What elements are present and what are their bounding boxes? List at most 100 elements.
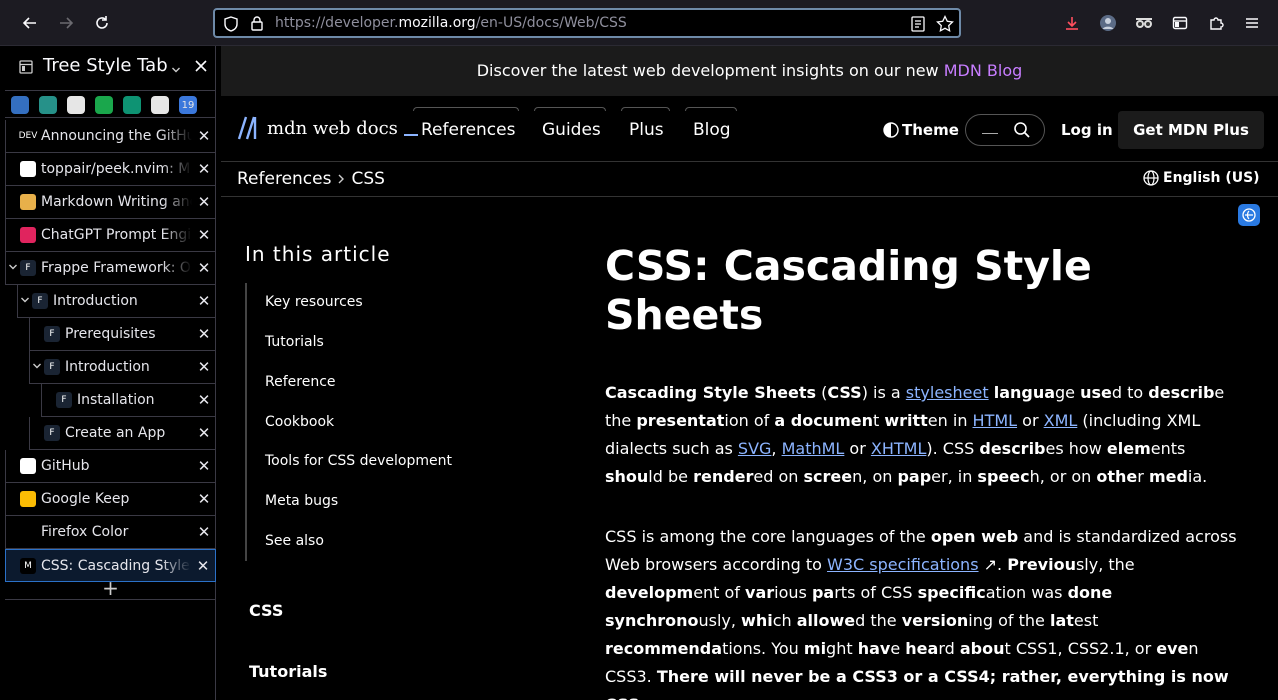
- sidebar-section-tutorials[interactable]: Tutorials: [249, 662, 327, 681]
- tab-close-icon[interactable]: ✕: [192, 457, 216, 475]
- forward-arrow-icon[interactable]: [53, 10, 79, 36]
- theme-toggle[interactable]: Theme: [883, 121, 959, 139]
- language-switcher[interactable]: English (US): [1143, 170, 1260, 186]
- tab-close-icon[interactable]: ✕: [192, 391, 216, 409]
- sidebar-section-css[interactable]: CSS: [249, 601, 283, 620]
- tab-label: Introduction: [65, 359, 150, 375]
- mdn-logo-text: mdn web docs: [267, 117, 398, 139]
- translate-extension-icon[interactable]: [1238, 204, 1260, 226]
- mdn-logo-icon: [237, 116, 257, 140]
- tab-item[interactable]: Google Keep ✕: [5, 483, 216, 516]
- toc-item[interactable]: Reference: [265, 374, 336, 390]
- tab-close-icon[interactable]: ✕: [192, 358, 216, 376]
- url-bar[interactable]: https://developer.mozilla.org/en-US/docs…: [213, 8, 961, 38]
- logo-cursor: [403, 134, 418, 136]
- twisty-chevron-icon[interactable]: [18, 295, 32, 308]
- tab-item[interactable]: F Frappe Framework: O ✕: [5, 252, 216, 285]
- reader-view-icon[interactable]: [911, 16, 925, 36]
- toc-item[interactable]: Cookbook: [265, 414, 334, 430]
- tab-item[interactable]: ChatGPT Prompt Engi ✕: [5, 219, 216, 252]
- extensions-puzzle-icon[interactable]: [1203, 10, 1229, 36]
- tab-close-icon[interactable]: ✕: [192, 193, 216, 211]
- favicon-icon: [20, 161, 36, 177]
- browser-toolbar: https://developer.mozilla.org/en-US/docs…: [0, 0, 1278, 46]
- account-avatar-icon[interactable]: [1095, 10, 1121, 36]
- tab-item[interactable]: F Introduction ✕: [17, 285, 216, 318]
- tab-item[interactable]: F Prerequisites ✕: [29, 318, 216, 351]
- toc-item[interactable]: Tools for CSS development: [265, 453, 452, 469]
- get-mdn-plus-button[interactable]: Get MDN Plus: [1118, 111, 1264, 149]
- toc-item[interactable]: See also: [265, 533, 324, 549]
- hamburger-menu-icon[interactable]: [1239, 10, 1265, 36]
- bookmark-star-icon[interactable]: [936, 14, 954, 37]
- diamond-icon[interactable]: [11, 96, 29, 114]
- circle-arrow-icon[interactable]: [67, 96, 85, 114]
- back-arrow-icon[interactable]: [17, 10, 43, 36]
- shield-icon[interactable]: [223, 16, 239, 36]
- favicon-icon: [20, 227, 36, 243]
- mdn-logo[interactable]: mdn web docs: [237, 116, 418, 140]
- github-icon[interactable]: [151, 96, 169, 114]
- tab-item[interactable]: DEV Announcing the GitHub ✕: [5, 120, 216, 153]
- tab-label: Create an App: [65, 425, 166, 441]
- url-scheme: https://developer.: [275, 15, 399, 31]
- tab-item[interactable]: F Create an App ✕: [29, 417, 216, 450]
- favicon-icon: [20, 491, 36, 507]
- tab-close-icon[interactable]: ✕: [192, 523, 216, 541]
- theme-label: Theme: [902, 121, 959, 139]
- sidebar-toggle-icon[interactable]: [1167, 10, 1193, 36]
- tab-close-icon[interactable]: ✕: [192, 259, 216, 277]
- breadcrumb-references[interactable]: References: [237, 169, 331, 189]
- tab-close-icon[interactable]: ✕: [192, 325, 216, 343]
- tab-close-icon[interactable]: ✕: [191, 557, 215, 575]
- tab-item[interactable]: F Introduction ✕: [29, 351, 216, 384]
- tab-item[interactable]: GitHub ✕: [5, 450, 216, 483]
- nav-references[interactable]: References: [421, 120, 515, 140]
- toc-item[interactable]: Meta bugs: [265, 493, 338, 509]
- sidebar-title[interactable]: Tree Style Tab: [43, 55, 168, 76]
- tab-close-icon[interactable]: ✕: [192, 226, 216, 244]
- breadcrumb-css[interactable]: CSS: [351, 169, 384, 189]
- tab-item[interactable]: toppair/peek.nvim: M ✕: [5, 153, 216, 186]
- tab-item[interactable]: Markdown Writing and ✕: [5, 186, 216, 219]
- extension-mask-icon[interactable]: [1131, 10, 1157, 36]
- toc-item[interactable]: Key resources: [265, 294, 363, 310]
- tab-close-icon[interactable]: ✕: [192, 490, 216, 508]
- chart-icon[interactable]: [39, 96, 57, 114]
- sidebar-close-icon[interactable]: [194, 58, 208, 77]
- mdn-blog-link[interactable]: MDN Blog: [944, 61, 1023, 80]
- nav-plus[interactable]: Plus: [629, 120, 664, 140]
- lock-icon[interactable]: [249, 15, 265, 35]
- openai-icon[interactable]: [123, 96, 141, 114]
- tab-item[interactable]: Firefox Color ✕: [5, 516, 216, 549]
- tab-close-icon[interactable]: ✕: [192, 160, 216, 178]
- twisty-chevron-icon[interactable]: [30, 361, 44, 374]
- favicon-icon: [20, 524, 36, 540]
- chevron-down-icon[interactable]: [171, 60, 181, 79]
- downloads-icon[interactable]: [1059, 10, 1085, 36]
- favicon-icon: F: [44, 425, 60, 441]
- tab-close-icon[interactable]: ✕: [192, 127, 216, 145]
- spotify-icon[interactable]: [95, 96, 113, 114]
- chevron-right-icon: [338, 174, 345, 184]
- calendar-icon[interactable]: 19: [179, 96, 197, 114]
- login-link[interactable]: Log in: [1061, 121, 1113, 139]
- tab-close-icon[interactable]: ✕: [192, 424, 216, 442]
- search-icon[interactable]: [1013, 121, 1031, 143]
- toc-title: In this article: [245, 242, 391, 266]
- nav-tab-outline: [534, 107, 606, 111]
- toc-item[interactable]: Tutorials: [265, 334, 324, 350]
- tab-label: Google Keep: [41, 491, 130, 507]
- url-text[interactable]: https://developer.mozilla.org/en-US/docs…: [275, 15, 627, 31]
- language-label: English (US): [1163, 170, 1260, 186]
- nav-blog[interactable]: Blog: [693, 120, 731, 140]
- tab-item[interactable]: F Installation ✕: [41, 384, 216, 417]
- tab-close-icon[interactable]: ✕: [192, 292, 216, 310]
- twisty-chevron-icon[interactable]: [6, 262, 20, 275]
- search-box[interactable]: [965, 114, 1045, 146]
- favicon-icon: F: [44, 326, 60, 342]
- breadcrumb: References CSS: [237, 169, 385, 189]
- reload-icon[interactable]: [89, 10, 115, 36]
- new-tab-button[interactable]: +: [5, 576, 216, 600]
- nav-guides[interactable]: Guides: [542, 120, 601, 140]
